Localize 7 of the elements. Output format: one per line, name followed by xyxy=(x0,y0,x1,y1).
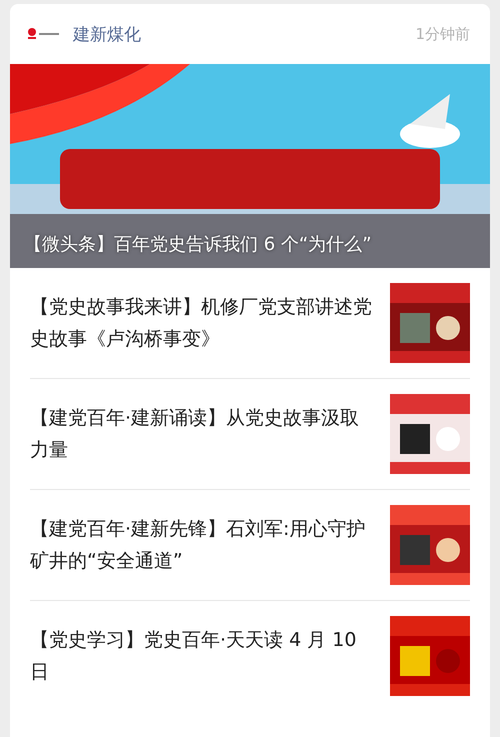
article-title[interactable]: 【建党百年·建新先锋】石刘军:用心守护矿井的“安全通道” xyxy=(30,513,372,577)
post-time: 1分钟前 xyxy=(415,24,470,44)
article-title[interactable]: 【党史学习】党史百年·天天读 4 月 10 日 xyxy=(30,624,372,688)
logo-icon xyxy=(27,27,61,41)
article-title[interactable]: 【党史故事我来讲】机修厂党支部讲述党史故事《卢沟桥事变》 xyxy=(30,291,372,355)
article-title[interactable]: 【建党百年·建新诵读】从党史故事汲取力量 xyxy=(30,402,372,466)
account-name: 建新煤化 xyxy=(73,24,141,46)
